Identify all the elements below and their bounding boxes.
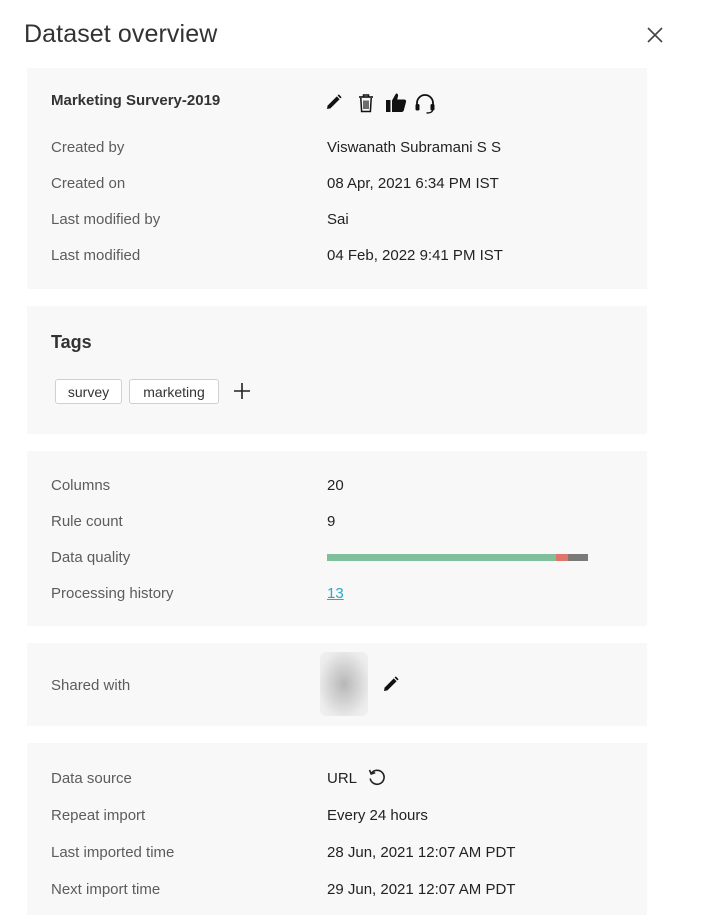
refresh-icon[interactable] xyxy=(367,767,387,792)
next-import-label: Next import time xyxy=(51,880,161,898)
columns-row: Columns 20 xyxy=(27,473,647,497)
data-quality-segment-missing xyxy=(568,554,588,561)
data-quality-bar[interactable] xyxy=(327,554,588,561)
created-on-value: 08 Apr, 2021 6:34 PM IST xyxy=(327,174,499,192)
last-modified-by-value: Sai xyxy=(327,210,349,228)
panel-title: Dataset overview xyxy=(24,20,218,48)
thumbs-up-icon[interactable] xyxy=(385,92,407,118)
rule-count-label: Rule count xyxy=(51,512,123,530)
last-imported-value: 28 Jun, 2021 12:07 AM PDT xyxy=(327,843,516,861)
panel-header: Dataset overview xyxy=(0,0,705,68)
created-by-row: Created by Viswanath Subramani S S xyxy=(27,135,647,159)
columns-label: Columns xyxy=(51,476,111,494)
add-tag-plus-icon[interactable] xyxy=(232,381,252,406)
delete-icon[interactable] xyxy=(357,93,375,118)
tag-marketing[interactable]: marketing xyxy=(129,379,219,404)
repeat-import-row: Repeat import Every 24 hours xyxy=(27,803,647,827)
repeat-import-label: Repeat import xyxy=(51,806,146,824)
data-source-row: Data source URL xyxy=(27,766,647,790)
dataset-name: Marketing Survery-2019 xyxy=(51,92,221,109)
support-icon[interactable] xyxy=(414,93,436,119)
data-quality-segment-valid xyxy=(327,554,557,561)
next-import-row: Next import time 29 Jun, 2021 12:07 AM P… xyxy=(27,877,647,901)
last-modified-value: 04 Feb, 2022 9:41 PM IST xyxy=(327,246,503,264)
summary-card: Marketing Survery-2019 Created by Viswan… xyxy=(27,68,647,289)
shared-with-card: Shared with xyxy=(27,643,647,726)
edit-sharing-icon[interactable] xyxy=(382,675,400,698)
processing-history-link[interactable]: 13 xyxy=(327,585,344,602)
last-modified-row: Last modified 04 Feb, 2022 9:41 PM IST xyxy=(27,243,647,267)
repeat-import-value: Every 24 hours xyxy=(327,806,428,824)
data-source-value: URL xyxy=(327,769,358,787)
shared-with-label: Shared with xyxy=(51,676,131,694)
last-modified-by-label: Last modified by xyxy=(51,210,161,228)
last-modified-by-row: Last modified by Sai xyxy=(27,207,647,231)
tags-title: Tags xyxy=(51,332,92,352)
last-imported-row: Last imported time 28 Jun, 2021 12:07 AM… xyxy=(27,840,647,864)
tags-card: Tags survey marketing xyxy=(27,306,647,434)
data-quality-label: Data quality xyxy=(51,548,131,566)
next-import-value: 29 Jun, 2021 12:07 AM PDT xyxy=(327,880,516,898)
rule-count-value: 9 xyxy=(327,512,336,530)
import-card: Data source URL Repeat import Every 24 h… xyxy=(27,743,647,915)
created-by-value: Viswanath Subramani S S xyxy=(327,138,501,156)
data-quality-segment-invalid xyxy=(556,554,569,561)
tag-survey[interactable]: survey xyxy=(55,379,122,404)
avatar[interactable] xyxy=(320,652,368,716)
columns-value: 20 xyxy=(327,476,344,494)
created-on-label: Created on xyxy=(51,174,126,192)
processing-history-label: Processing history xyxy=(51,584,174,602)
last-modified-label: Last modified xyxy=(51,246,141,264)
close-icon[interactable] xyxy=(644,24,666,46)
data-source-label: Data source xyxy=(51,769,132,787)
created-on-row: Created on 08 Apr, 2021 6:34 PM IST xyxy=(27,171,647,195)
last-imported-label: Last imported time xyxy=(51,843,175,861)
created-by-label: Created by xyxy=(51,138,125,156)
processing-history-row: Processing history 13 xyxy=(27,581,647,605)
edit-icon[interactable] xyxy=(325,93,343,116)
stats-card: Columns 20 Rule count 9 Data quality Pro… xyxy=(27,451,647,626)
rule-count-row: Rule count 9 xyxy=(27,509,647,533)
